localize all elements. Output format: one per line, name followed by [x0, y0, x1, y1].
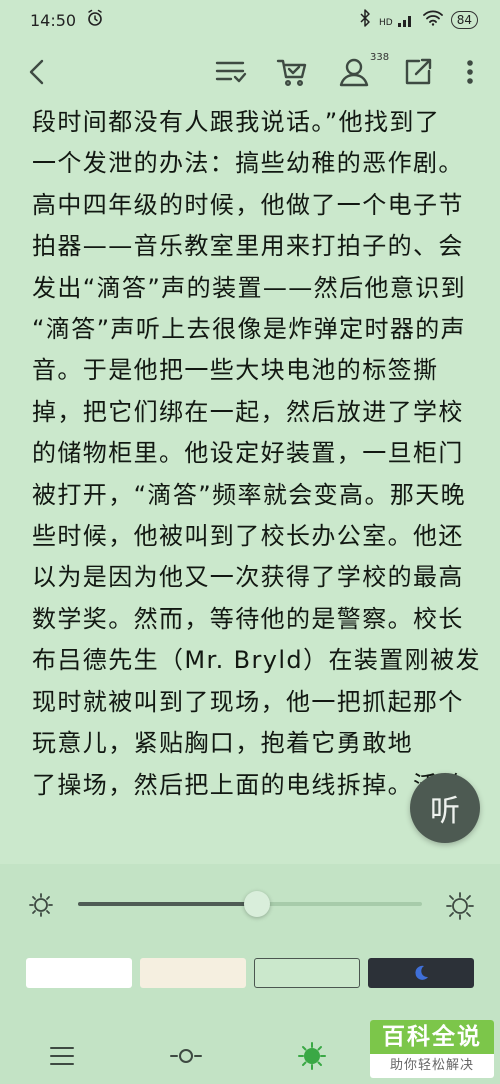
theme-white[interactable]	[26, 958, 132, 988]
listen-button[interactable]: 听	[410, 773, 480, 843]
watermark-title: 百科全说	[370, 1020, 494, 1054]
alarm-icon	[86, 9, 104, 31]
moon-icon	[415, 965, 428, 980]
status-time: 14:50	[30, 10, 77, 30]
article-line: 的储物柜里。他设定好装置，一旦柜门	[32, 439, 464, 468]
more-icon	[467, 60, 473, 84]
battery-level: 84	[456, 13, 472, 27]
profile-icon	[339, 58, 369, 87]
brightness-icon	[298, 1042, 326, 1070]
brightness-high-icon	[446, 892, 474, 920]
watermark-subtitle: 助你轻松解决	[389, 1058, 474, 1073]
cart-icon	[276, 59, 307, 87]
brightness-slider[interactable]	[78, 891, 422, 917]
progress-icon	[170, 1049, 202, 1063]
theme-selector	[0, 958, 500, 992]
status-left: 14:50	[30, 9, 104, 31]
article-line: 拍器——音乐教室里用来打拍子的、会	[32, 232, 464, 261]
article-line: 了操场，然后把上面的电线拆掉。沃兹	[32, 770, 464, 799]
status-bar: 14:50 HD 84	[0, 0, 500, 40]
article-line: 些时候，他被叫到了校长办公室。他还	[32, 522, 464, 551]
notification-count: 338	[370, 52, 390, 63]
share-icon	[405, 58, 432, 85]
share-button[interactable]	[396, 50, 440, 94]
status-right: HD 84	[359, 9, 478, 31]
article-line: 掉，把它们绑在一起，然后放进了学校	[32, 397, 464, 426]
brightness-low-icon	[28, 892, 54, 918]
article-line: 一个发泄的办法：搞些幼稚的恶作剧。	[32, 149, 464, 178]
listen-label: 听	[430, 794, 460, 829]
article-line: 高中四年级的时候，他做了一个电子节	[32, 190, 464, 219]
cart-button[interactable]	[270, 50, 314, 94]
article-line: 被打开，“滴答”频率就会变高。那天晚	[32, 480, 467, 509]
theme-green[interactable]	[254, 958, 360, 988]
battery-icon: 84	[450, 11, 478, 29]
back-icon	[29, 59, 44, 85]
menu-icon	[50, 1047, 74, 1065]
brightness-button[interactable]	[292, 1036, 332, 1076]
signal-icon: HD	[379, 12, 415, 28]
article-line: 数学奖。然而，等待他的是警察。校长	[32, 604, 464, 633]
article-line: 发出“滴答”声的装置——然后他意识到	[32, 273, 467, 302]
brightness-fill	[78, 902, 257, 906]
more-button[interactable]	[450, 50, 490, 94]
article-line: 段时间都没有人跟我说话。”他找到了	[32, 108, 441, 136]
back-button[interactable]	[16, 50, 60, 94]
theme-parchment[interactable]	[140, 958, 246, 988]
theme-night[interactable]	[368, 958, 474, 988]
catalog-icon	[215, 61, 247, 83]
article-line: 布吕德先生（Mr. Bryld）在装置刚被发	[32, 646, 481, 675]
article-text: 段时间都没有人跟我说话。”他找到了 一个发泄的办法：搞些幼稚的恶作剧。 高中四年级的…	[32, 102, 481, 806]
brightness-thumb[interactable]	[243, 891, 270, 917]
article-line: 音。于是他把一些大块电池的标签撕	[32, 356, 439, 385]
article-line: 玩意儿，紧贴胸口，抱着它勇敢地	[32, 729, 413, 758]
signal-text: HD	[379, 18, 393, 28]
article-line: 现时就被叫到了现场，他一把抓起那个	[32, 687, 464, 716]
watermark-logo: 百科全说 助你轻松解决	[370, 1020, 494, 1078]
bluetooth-icon	[359, 9, 371, 31]
article-line: “滴答”声听上去很像是炸弹定时器的声	[32, 315, 467, 344]
progress-button[interactable]	[166, 1036, 206, 1076]
reader-toolbar: 338	[0, 40, 500, 102]
brightness-row	[0, 886, 500, 922]
article-line: 以为是因为他又一次获得了学校的最高	[32, 563, 464, 592]
menu-button[interactable]	[42, 1036, 82, 1076]
wifi-icon	[422, 10, 443, 30]
catalog-button[interactable]	[208, 50, 252, 94]
reader-content[interactable]: 段时间都没有人跟我说话。”他找到了 一个发泄的办法：搞些幼稚的恶作剧。 高中四年级的…	[0, 102, 500, 864]
